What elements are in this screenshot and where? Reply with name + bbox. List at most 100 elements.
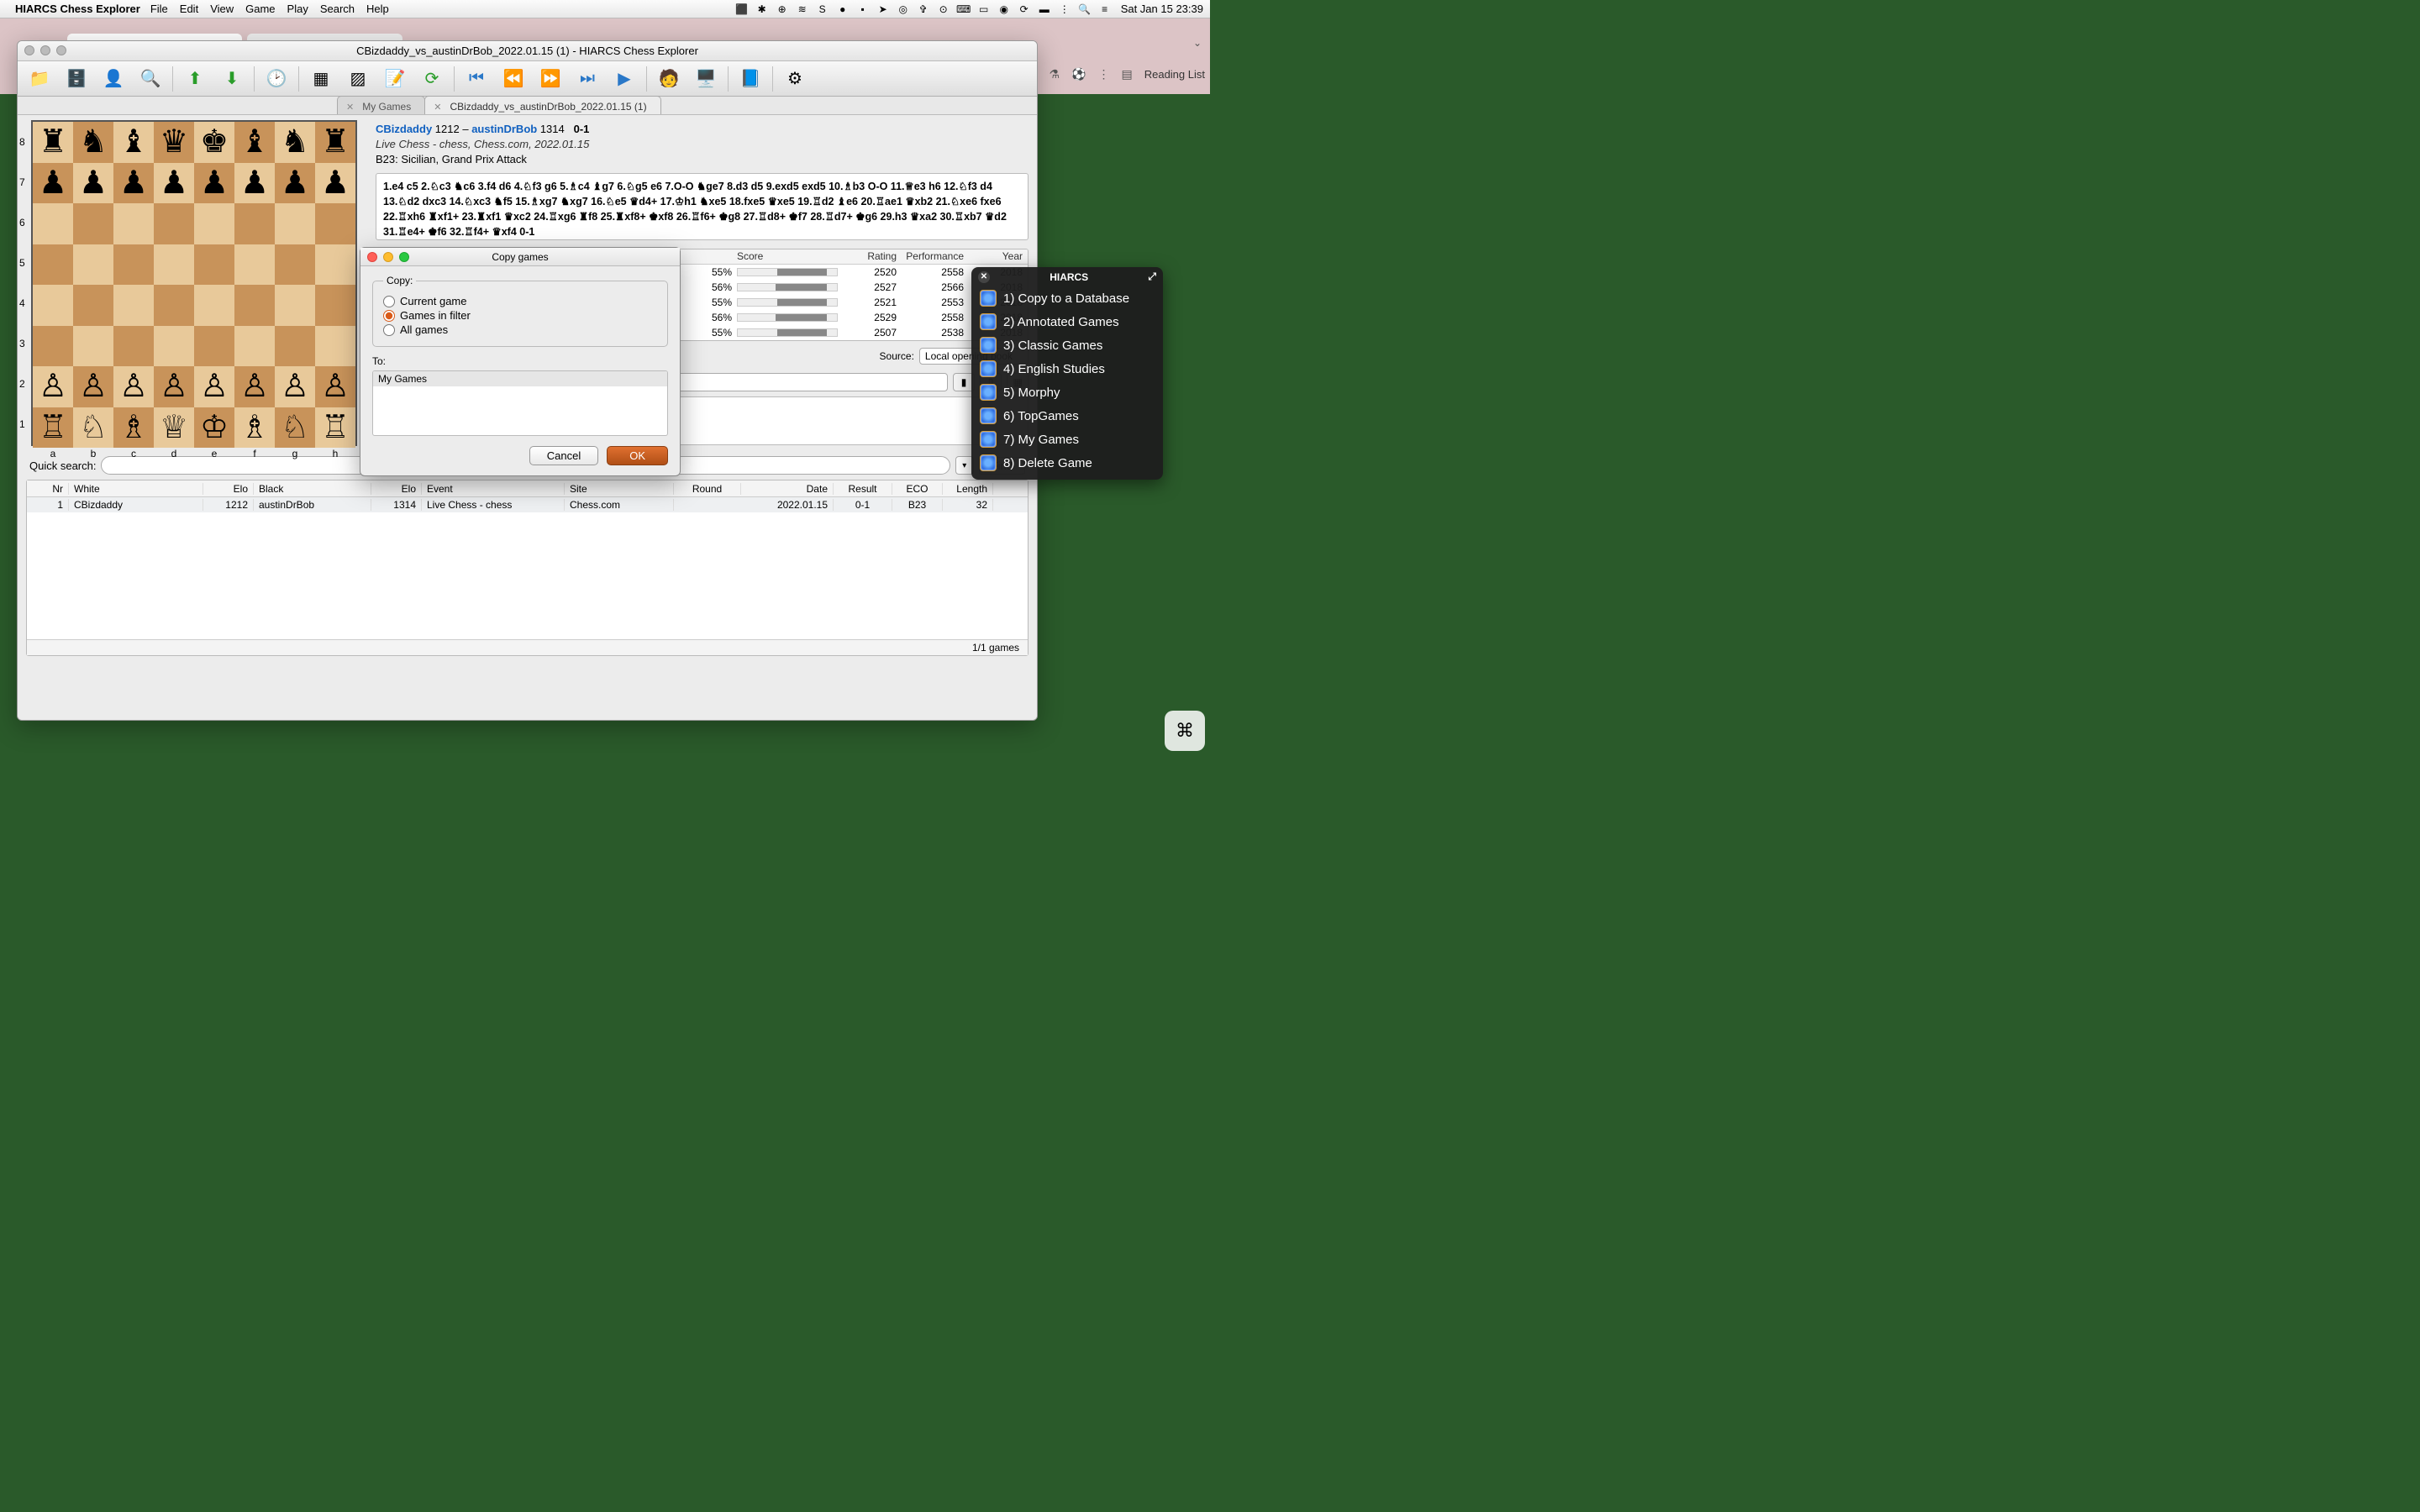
user-icon[interactable]: 👤 [97, 64, 130, 94]
clock-icon[interactable]: 🕑 [260, 64, 293, 94]
menu-file[interactable]: File [150, 3, 168, 15]
popup-item[interactable]: 2) Annotated Games [971, 310, 1163, 333]
last-icon[interactable]: ⏭ [571, 64, 604, 94]
popup-item[interactable]: 7) My Games [971, 428, 1163, 451]
status-icon[interactable]: ≋ [795, 3, 810, 15]
up-arrow-icon[interactable]: ⬆ [178, 64, 212, 94]
cancel-button[interactable]: Cancel [529, 446, 598, 465]
status-icon[interactable]: ⟳ [1017, 3, 1032, 15]
db-new-icon[interactable]: 📁 [23, 64, 56, 94]
close-icon[interactable] [24, 45, 34, 55]
game-list-row[interactable]: 1 CBizdaddy 1212 austinDrBob 1314 Live C… [27, 497, 1028, 512]
close-icon[interactable]: ✕ [978, 271, 990, 283]
status-icon[interactable]: ⊙ [936, 3, 951, 15]
status-icon[interactable]: ▪ [855, 3, 871, 15]
close-icon[interactable] [367, 252, 377, 262]
menubar-clock[interactable]: Sat Jan 15 23:39 [1121, 3, 1203, 15]
destination-list[interactable]: My Games [372, 370, 668, 436]
chessboard[interactable]: 87654321 ♜♞♝♛♚♝♞♜ ♟♟♟♟♟♟♟♟ ♙♙♙♙♙♙♙♙ ♖♘♗♕… [31, 120, 357, 446]
control-center-icon[interactable]: ≡ [1097, 3, 1113, 15]
reading-list-label[interactable]: Reading List [1144, 68, 1205, 81]
gear-icon[interactable]: ⚙ [778, 64, 812, 94]
chevron-down-icon[interactable]: ⌄ [1193, 37, 1202, 49]
db-icon [980, 313, 997, 330]
battery-icon[interactable]: ▬ [1037, 3, 1052, 15]
app-name[interactable]: HIARCS Chess Explorer [15, 3, 140, 15]
forward-icon[interactable]: ⏩ [534, 64, 567, 94]
zoom-icon[interactable] [399, 252, 409, 262]
menu-view[interactable]: View [210, 3, 234, 15]
wifi-icon[interactable]: ⋮ [1057, 3, 1072, 15]
traffic-lights[interactable] [24, 45, 66, 55]
tab-current-game[interactable]: ✕CBizdaddy_vs_austinDrBob_2022.01.15 (1) [424, 96, 660, 114]
book-icon[interactable]: 📘 [734, 64, 767, 94]
popup-item[interactable]: 3) Classic Games [971, 333, 1163, 357]
radio-current-game[interactable]: Current game [383, 295, 657, 307]
down-arrow-icon[interactable]: ⬇ [215, 64, 249, 94]
db-open-icon[interactable]: 🗄️ [60, 64, 93, 94]
play-icon[interactable]: ▶ [608, 64, 641, 94]
popup-item[interactable]: 5) Morphy [971, 381, 1163, 404]
status-icon[interactable]: ▭ [976, 3, 992, 15]
edit-icon[interactable]: 📝 [378, 64, 412, 94]
rewind-icon[interactable]: ⏪ [497, 64, 530, 94]
black-player[interactable]: austinDrBob [471, 123, 537, 135]
status-icon[interactable]: ✱ [755, 3, 770, 15]
radio-all-games[interactable]: All games [383, 323, 657, 336]
minimize-icon[interactable] [383, 252, 393, 262]
move-list[interactable]: 1.e4 c5 2.♘c3 ♞c6 3.f4 d6 4.♘f3 g6 5.♗c4… [376, 173, 1028, 240]
popup-item[interactable]: 6) TopGames [971, 404, 1163, 428]
search-icon[interactable]: 🔍 [1077, 3, 1092, 15]
person-icon[interactable]: 🧑 [652, 64, 686, 94]
board-icon[interactable]: ▦ [304, 64, 338, 94]
source-label: Source: [880, 350, 914, 362]
status-icon[interactable]: ✞ [916, 3, 931, 15]
board2-icon[interactable]: ▨ [341, 64, 375, 94]
popup-item[interactable]: 4) English Studies [971, 357, 1163, 381]
expand-icon[interactable]: ⤢ [1148, 270, 1156, 283]
db-icon [980, 360, 997, 377]
refresh-icon[interactable]: ⟳ [415, 64, 449, 94]
rank-labels: 87654321 [19, 122, 25, 444]
menu-search[interactable]: Search [320, 3, 355, 15]
zoom-icon[interactable] [56, 45, 66, 55]
status-icon[interactable]: S [815, 3, 830, 15]
search-user-icon[interactable]: 🔍 [134, 64, 167, 94]
white-player[interactable]: CBizdaddy [376, 123, 432, 135]
extension-icon[interactable]: ⚽ [1071, 67, 1086, 81]
status-icon[interactable]: ◉ [997, 3, 1012, 15]
close-tab-icon[interactable]: ✕ [434, 102, 441, 113]
close-tab-icon[interactable]: ✕ [346, 102, 354, 113]
file-labels: abcdefgh [33, 448, 355, 459]
status-icon[interactable]: ➤ [876, 3, 891, 15]
first-icon[interactable]: ⏮ [460, 64, 493, 94]
ok-button[interactable]: OK [607, 446, 668, 465]
menu-help[interactable]: Help [366, 3, 389, 15]
status-icon[interactable]: ⬛ [734, 3, 750, 15]
status-icon[interactable]: ⊕ [775, 3, 790, 15]
extension-icon[interactable]: ⚗ [1049, 67, 1060, 81]
hiarcs-popup: ✕ HIARCS ⤢ 1) Copy to a Database 2) Anno… [971, 267, 1163, 480]
window-titlebar[interactable]: CBizdaddy_vs_austinDrBob_2022.01.15 (1) … [18, 41, 1037, 61]
status-icon[interactable]: ⌨ [956, 3, 971, 15]
db-icon [980, 407, 997, 424]
minimize-icon[interactable] [40, 45, 50, 55]
tab-my-games[interactable]: ✕My Games [337, 96, 425, 114]
menu-edit[interactable]: Edit [180, 3, 198, 15]
reading-list-icon[interactable]: ▤ [1121, 67, 1132, 81]
engine-icon[interactable]: 🖥️ [689, 64, 723, 94]
destination-item[interactable]: My Games [373, 371, 667, 386]
db-icon [980, 454, 997, 471]
status-icon[interactable]: ◎ [896, 3, 911, 15]
copy-fieldset: Copy: Current game Games in filter All g… [372, 275, 668, 347]
status-icon[interactable]: ● [835, 3, 850, 15]
popup-item[interactable]: 8) Delete Game [971, 451, 1163, 475]
menu-play[interactable]: Play [287, 3, 308, 15]
popup-item[interactable]: 1) Copy to a Database [971, 286, 1163, 310]
db-icon [980, 290, 997, 307]
dock-app-icon[interactable]: ⌘ [1165, 711, 1205, 751]
popup-title: HIARCS [1050, 271, 1088, 283]
radio-games-in-filter[interactable]: Games in filter [383, 309, 657, 322]
menu-game[interactable]: Game [245, 3, 275, 15]
menu-icon[interactable]: ⋮ [1097, 67, 1109, 81]
